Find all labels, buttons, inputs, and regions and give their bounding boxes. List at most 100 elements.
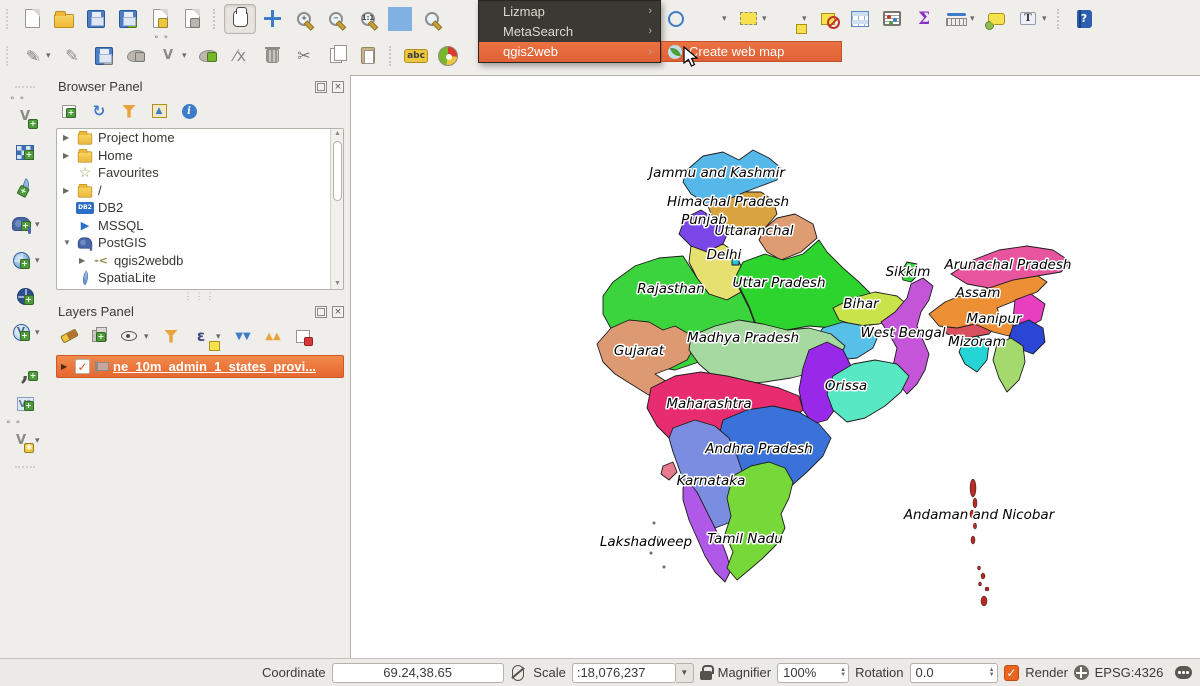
tree-expander-icon[interactable]: ▶: [63, 186, 76, 195]
new-virtual-layer-button[interactable]: V✱: [5, 425, 37, 455]
layer-item-selected[interactable]: ▶ ✓ ne_10m_admin_1_states_provi...: [56, 355, 344, 378]
toolbar-grip[interactable]: [15, 86, 35, 92]
map-tips-button[interactable]: [980, 4, 1012, 34]
open-project-button[interactable]: [48, 4, 80, 34]
toggle-editing-button[interactable]: ✎: [56, 41, 88, 71]
messages-icon[interactable]: [1175, 666, 1192, 679]
manage-layer-visibility-dropdown-icon[interactable]: ▾: [144, 331, 154, 342]
add-postgis-layer-button[interactable]: +: [5, 209, 37, 239]
copy-features-button[interactable]: [320, 41, 352, 71]
layer-labeling-button[interactable]: abc: [400, 41, 432, 71]
select-by-expression-button[interactable]: [772, 4, 804, 34]
filter-legend-button[interactable]: [158, 324, 184, 348]
menu-item-qgis2web[interactable]: qgis2web›: [479, 42, 660, 62]
help-button[interactable]: ?: [1068, 4, 1100, 34]
paste-features-button[interactable]: [352, 41, 384, 71]
layers-panel-close-button[interactable]: ×: [332, 306, 344, 318]
crs-globe-icon[interactable]: [1074, 665, 1089, 680]
scale-dropdown-icon[interactable]: ▼: [676, 663, 694, 683]
open-layer-styling-dock-button[interactable]: [56, 324, 82, 348]
pan-to-selection-button[interactable]: [256, 4, 288, 34]
browser-item-mssql[interactable]: ▶MSSQL: [57, 217, 343, 235]
scale-input[interactable]: [572, 663, 676, 683]
browser-item-favourites[interactable]: ☆Favourites: [57, 164, 343, 182]
zoom-to-selection-button[interactable]: [416, 4, 448, 34]
cut-features-button[interactable]: ✂: [288, 41, 320, 71]
map-canvas[interactable]: Jammu and KashmirHimachal PradeshPunjabU…: [350, 75, 1200, 658]
zoom-in-button[interactable]: +: [288, 4, 320, 34]
composer-manager-button[interactable]: [176, 4, 208, 34]
plugin-pie-button[interactable]: [432, 41, 464, 71]
add-raster-layer-button[interactable]: +: [9, 137, 41, 167]
enable-properties-widget-button[interactable]: i: [176, 99, 202, 123]
add-selected-layers-button[interactable]: +: [56, 99, 82, 123]
add-delimited-text-layer-button[interactable]: ,+: [9, 353, 41, 383]
coordinate-input[interactable]: [332, 663, 504, 683]
rotation-spin-arrows[interactable]: ▲▼: [989, 668, 995, 678]
select-features-button[interactable]: [732, 4, 764, 34]
add-feature-button[interactable]: [120, 41, 152, 71]
modify-attributes-button[interactable]: ⁄x: [224, 41, 256, 71]
browser-scrollbar[interactable]: ▲ ▼: [330, 129, 343, 289]
deselect-all-button[interactable]: [812, 4, 844, 34]
filter-legend-by-expression-button[interactable]: ε: [188, 324, 214, 348]
tree-expander-icon[interactable]: ▼: [63, 238, 76, 247]
layers-panel-float-button[interactable]: [315, 306, 327, 318]
magnifier-input[interactable]: [777, 663, 849, 683]
scrollbar-thumb[interactable]: [333, 141, 342, 201]
scale-lock-icon[interactable]: [700, 671, 712, 680]
zoom-full-button[interactable]: [384, 4, 416, 34]
text-annotation-button[interactable]: T: [1012, 4, 1044, 34]
tree-expander-icon[interactable]: ▶: [79, 256, 92, 265]
zoom-native-button[interactable]: 1:1: [352, 4, 384, 34]
run-feature-action-button[interactable]: [692, 4, 724, 34]
extent-toggle-icon[interactable]: [510, 664, 528, 682]
layer-expander-icon[interactable]: ▶: [61, 362, 75, 371]
browser-item--[interactable]: ▶/: [57, 182, 343, 200]
node-tool-button[interactable]: V: [152, 41, 184, 71]
refresh-browser-button[interactable]: ↻: [86, 99, 112, 123]
menu-item-metasearch[interactable]: MetaSearch›: [479, 21, 660, 41]
move-feature-button[interactable]: [192, 41, 224, 71]
add-wfs-layer-button[interactable]: V+: [5, 317, 37, 347]
rotation-spinbox[interactable]: ▲▼: [910, 663, 998, 683]
rotation-input[interactable]: [910, 663, 998, 683]
remove-layer-group-button[interactable]: [290, 324, 316, 348]
save-layer-edits-button[interactable]: [88, 41, 120, 71]
identify-features-button[interactable]: [660, 4, 692, 34]
add-group-button[interactable]: +: [86, 324, 112, 348]
browser-item-home[interactable]: ▶Home: [57, 147, 343, 165]
browser-item-spatialite[interactable]: SpatiaLite: [57, 269, 343, 287]
save-project-as-button[interactable]: [112, 4, 144, 34]
render-checkbox[interactable]: ✓: [1004, 665, 1020, 681]
add-vector-layer-button[interactable]: V+: [9, 101, 41, 131]
toolbar-grip[interactable]: [15, 466, 35, 472]
new-project-button[interactable]: [16, 4, 48, 34]
field-calculator-button[interactable]: [876, 4, 908, 34]
new-shapefile-layer-button[interactable]: V°+: [9, 389, 41, 419]
filter-legend-by-expression-dropdown-icon[interactable]: ▾: [216, 331, 226, 342]
create-web-map-item[interactable]: Create web map: [689, 44, 784, 59]
expand-all-button[interactable]: ▼▼: [230, 324, 256, 348]
menu-item-lizmap[interactable]: Lizmap›: [479, 1, 660, 21]
current-edits-button[interactable]: ✎: [16, 41, 48, 71]
open-attribute-table-button[interactable]: [844, 4, 876, 34]
scale-combo[interactable]: ▼: [572, 663, 694, 683]
tree-expander-icon[interactable]: ▶: [63, 133, 76, 142]
layer-visibility-checkbox[interactable]: ✓: [75, 359, 90, 374]
save-project-button[interactable]: [80, 4, 112, 34]
browser-item-project-home[interactable]: ▶Project home: [57, 129, 343, 147]
browser-item-postgis[interactable]: ▼PostGIS: [57, 234, 343, 252]
tree-expander-icon[interactable]: ▶: [63, 151, 76, 160]
pan-map-button[interactable]: [224, 4, 256, 34]
add-wcs-layer-button[interactable]: +: [9, 281, 41, 311]
new-print-composer-button[interactable]: [144, 4, 176, 34]
add-spatialite-layer-button[interactable]: +: [9, 173, 41, 203]
magnifier-spin-arrows[interactable]: ▲▼: [840, 668, 846, 678]
add-wms-layer-button[interactable]: +: [5, 245, 37, 275]
browser-panel-float-button[interactable]: [315, 81, 327, 93]
measure-line-button[interactable]: [940, 4, 972, 34]
scroll-up-icon[interactable]: ▲: [333, 129, 342, 139]
zoom-out-button[interactable]: −: [320, 4, 352, 34]
statistical-summary-button[interactable]: Σ: [908, 4, 940, 34]
